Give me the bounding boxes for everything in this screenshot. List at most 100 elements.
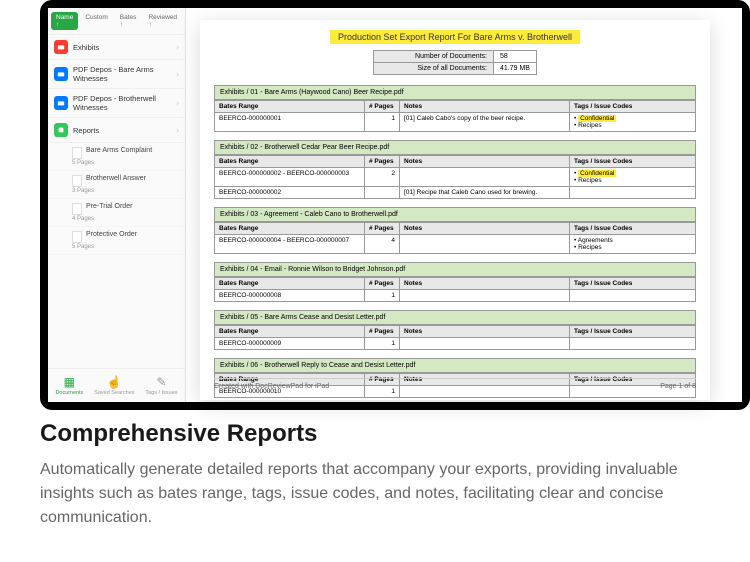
nav-reports[interactable]: Reports ›: [48, 118, 185, 143]
tags-cell: • Agreements• Recipes: [570, 235, 696, 254]
folder-icon: [54, 40, 68, 54]
page-count: 5 Pages: [72, 160, 94, 166]
tab-name[interactable]: Name ↑: [51, 12, 78, 30]
btab-documents[interactable]: ▦Documents: [55, 375, 83, 396]
tags-cell: • Confidential• Recipes: [570, 168, 696, 187]
table-row: BEERCO-0000000011[01] Caleb Cabo's copy …: [215, 113, 696, 132]
bates-cell: BEERCO-000000009: [215, 338, 365, 350]
data-table: Bates Range# PagesNotesTags / Issue Code…: [214, 222, 696, 254]
pages-cell: 1: [365, 338, 400, 350]
chevron-right-icon: ›: [176, 42, 179, 52]
sidebar-document-item[interactable]: Bare Arms Complaint 5 Pages: [48, 143, 185, 171]
doc-title: Pre-Trial Order: [86, 203, 132, 210]
doc-title: Bare Arms Complaint: [86, 147, 152, 154]
chevron-right-icon: ›: [176, 125, 179, 135]
sidebar-document-item[interactable]: Protective Order5 Pages: [48, 227, 185, 255]
table-row: BEERCO-0000000091: [215, 338, 696, 350]
btab-label: Tags / Issues: [145, 390, 177, 396]
page-thumb-icon: [72, 231, 82, 243]
pages-cell: 2: [365, 168, 400, 187]
section-header: Exhibits / 04 - Email - Ronnie Wilson to…: [214, 262, 696, 277]
tags-cell: [570, 290, 696, 302]
document-icon: ▦: [55, 375, 83, 389]
table-row: BEERCO-0000000081: [215, 290, 696, 302]
page-number: Page 1 of 8: [660, 383, 696, 390]
page-count: 3 Pages: [72, 188, 94, 194]
tag-icon: ✎: [145, 375, 177, 389]
section-header: Exhibits / 02 - Brotherwell Cedar Pear B…: [214, 140, 696, 155]
section-header: Exhibits / 01 - Bare Arms (Haywood Cano)…: [214, 85, 696, 100]
nav-label: Exhibits: [73, 43, 171, 52]
data-table: Bates Range# PagesNotesTags / Issue Code…: [214, 100, 696, 132]
folder-icon: [54, 96, 68, 110]
meta-label: Number of Documents:: [374, 51, 494, 63]
sidebar-document-item[interactable]: Brotherwell Answer 3 Pages: [48, 171, 185, 199]
pages-cell: [365, 187, 400, 199]
btab-label: Saved Searches: [94, 390, 134, 396]
pages-cell: 1: [365, 113, 400, 132]
meta-value: 41.79 MB: [494, 63, 537, 75]
nav-exhibits[interactable]: Exhibits ›: [48, 35, 185, 60]
page-thumb-icon: [72, 147, 82, 159]
chevron-right-icon: ›: [176, 98, 179, 108]
nav-depos1[interactable]: PDF Depos - Bare Arms Witnesses ›: [48, 60, 185, 89]
notes-cell: [01] Caleb Cabo's copy of the beer recip…: [400, 113, 570, 132]
page-count: 4 Pages: [72, 216, 94, 222]
section-header: Exhibits / 03 - Agreement - Caleb Cano t…: [214, 207, 696, 222]
tags-cell: • Confidential• Recipes: [570, 113, 696, 132]
table-row: BEERCO-000000004 - BEERCO-0000000074 • Ag…: [215, 235, 696, 254]
table-row: BEERCO-000000002 - BEERCO-0000000032• Co…: [215, 168, 696, 187]
data-table: Bates Range# PagesNotesTags / Issue Code…: [214, 155, 696, 199]
sidebar: Name ↑ Custom Bates ↑ Reviewed ↑ Exhibit…: [48, 8, 186, 402]
bates-cell: BEERCO-000000008: [215, 290, 365, 302]
section-header: Exhibits / 05 - Bare Arms Cease and Desi…: [214, 310, 696, 325]
page-thumb-icon: [72, 175, 82, 187]
tags-cell: [570, 338, 696, 350]
tab-reviewed[interactable]: Reviewed ↑: [143, 12, 182, 30]
notes-cell: [01] Recipe that Caleb Cano used for bre…: [400, 187, 570, 199]
notes-cell: [400, 338, 570, 350]
report-footer: Created with DocReviewPad for iPad Page …: [214, 378, 696, 390]
notes-cell: [400, 290, 570, 302]
tags-cell: [570, 187, 696, 199]
report-section: Exhibits / 03 - Agreement - Caleb Cano t…: [214, 207, 696, 254]
meta-value: 58: [494, 51, 537, 63]
btab-label: Documents: [55, 390, 83, 396]
btab-searches[interactable]: ☝Saved Searches: [94, 375, 134, 396]
table-row: BEERCO-000000002 [01] Recipe that Caleb C…: [215, 187, 696, 199]
meta-table: Number of Documents:58 Size of all Docum…: [373, 50, 537, 75]
pages-cell: 1: [365, 290, 400, 302]
report-title: Production Set Export Report For Bare Ar…: [214, 32, 696, 42]
btab-tags[interactable]: ✎Tags / Issues: [145, 375, 177, 396]
marketing-text: Automatically generate detailed reports …: [40, 458, 710, 530]
nav-label: PDF Depos - Bare Arms Witnesses: [73, 65, 171, 83]
bates-cell: BEERCO-000000004 - BEERCO-000000007: [215, 235, 365, 254]
tab-custom[interactable]: Custom: [80, 12, 112, 30]
tab-bates[interactable]: Bates ↑: [115, 12, 142, 30]
report-section: Exhibits / 04 - Email - Ronnie Wilson to…: [214, 262, 696, 302]
nav-label: PDF Depos - Brotherwell Witnesses: [73, 94, 171, 112]
folder-icon: [54, 67, 68, 81]
notes-cell: [400, 235, 570, 254]
nav-label: Reports: [73, 126, 171, 135]
page-count: 5 Pages: [72, 244, 94, 250]
meta-label: Size of all Documents:: [374, 63, 494, 75]
report-section: Exhibits / 05 - Bare Arms Cease and Desi…: [214, 310, 696, 350]
marketing-copy: Comprehensive Reports Automatically gene…: [40, 420, 710, 530]
pages-cell: 4: [365, 235, 400, 254]
report-section: Exhibits / 02 - Brotherwell Cedar Pear B…: [214, 140, 696, 199]
page-thumb-icon: [72, 203, 82, 215]
nav-depos2[interactable]: PDF Depos - Brotherwell Witnesses ›: [48, 89, 185, 118]
notes-cell: [400, 168, 570, 187]
search-icon: ☝: [94, 375, 134, 389]
section-header: Exhibits / 06 - Brotherwell Reply to Cea…: [214, 358, 696, 373]
chevron-right-icon: ›: [176, 69, 179, 79]
sidebar-document-item[interactable]: Pre-Trial Order 4 Pages: [48, 199, 185, 227]
report-document: Production Set Export Report For Bare Ar…: [200, 20, 710, 400]
bates-cell: BEERCO-000000002: [215, 187, 365, 199]
bottom-tabs: ▦Documents ☝Saved Searches ✎Tags / Issue…: [48, 368, 185, 402]
doc-title: Brotherwell Answer: [86, 175, 146, 182]
reports-icon: [54, 123, 68, 137]
marketing-heading: Comprehensive Reports: [40, 420, 710, 448]
report-section: Exhibits / 01 - Bare Arms (Haywood Cano)…: [214, 85, 696, 132]
